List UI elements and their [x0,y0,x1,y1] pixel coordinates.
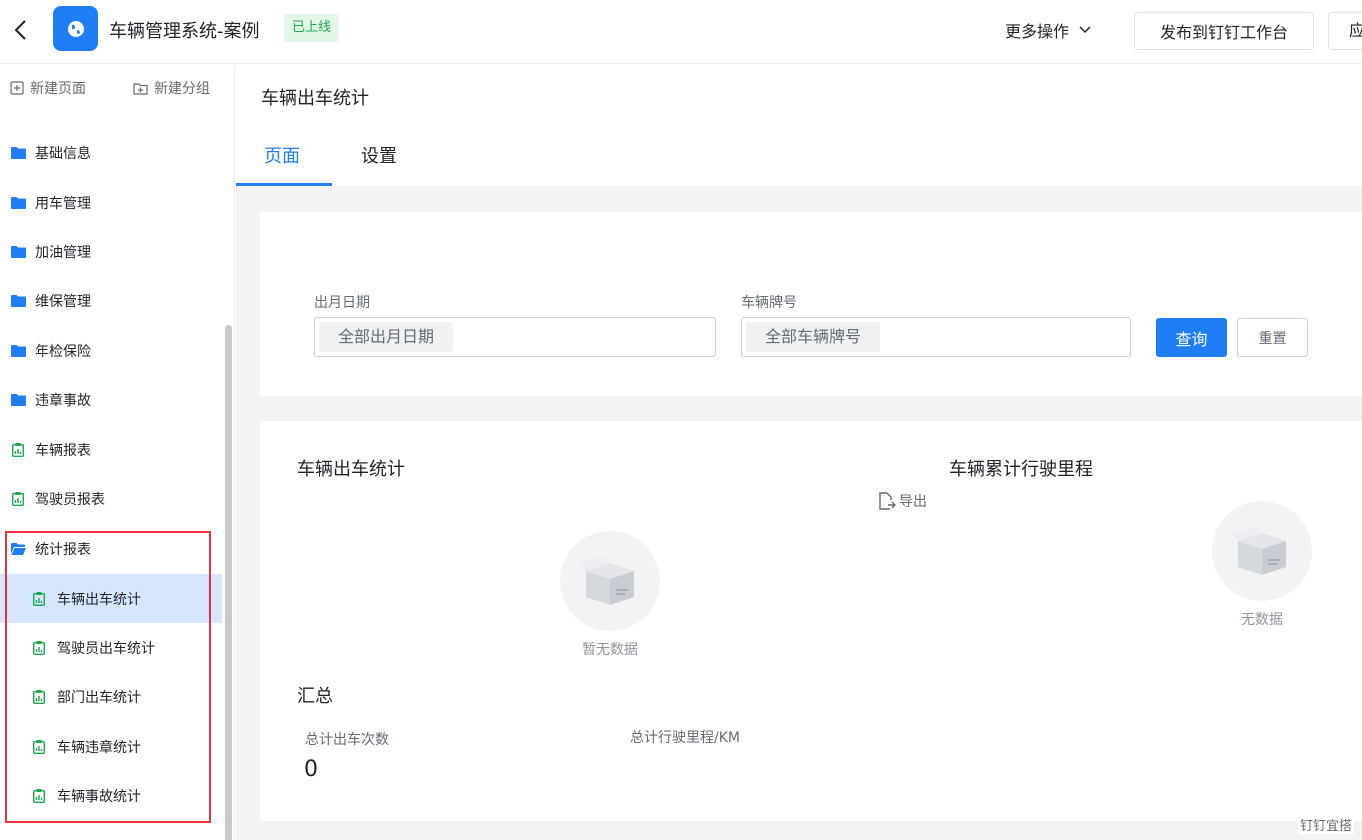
new-page-label: 新建页面 [30,81,86,97]
app-title: 车辆管理系统-案例 [109,21,260,42]
date-filter-value: 全部出月日期 [319,322,454,352]
tab-settings[interactable]: 设置 [361,142,397,168]
report-icon [31,689,47,705]
folder-open-icon [10,541,26,557]
mileage-stats-empty-state: 无数据 [1212,501,1312,629]
sidebar-item-driver-report[interactable]: 驾驶员报表 [0,474,222,523]
sidebar-item-maintenance[interactable]: 维保管理 [0,276,222,325]
app-logo [53,6,98,51]
sidebar-item-driver-trip-stats[interactable]: 驾驶员出车统计 [0,623,222,672]
chevron-down-icon [1079,26,1091,34]
plate-filter-label: 车辆牌号 [741,295,797,311]
total-trips-label: 总计出车次数 [305,732,389,748]
sidebar-item-basic-info[interactable]: 基础信息 [0,128,222,177]
sidebar-item-inspection[interactable]: 年检保险 [0,326,222,375]
sidebar-item-vehicle-trip-stats[interactable]: 车辆出车统计 [0,574,222,623]
sidebar-item-label: 统计报表 [35,541,91,558]
sidebar: 新建页面 新建分组 基础信息 用车管理 加油管理 维保管理 年检保险 违章事故 … [0,65,235,840]
folder-icon [10,343,26,359]
sidebar-item-dept-trip-stats[interactable]: 部门出车统计 [0,672,222,721]
date-filter-select[interactable]: 全部出月日期 [314,317,716,357]
tab-page[interactable]: 页面 [264,142,300,168]
main-content: 车辆出车统计 页面 设置 出月日期 全部出月日期 车辆牌号 全部车辆牌号 查询 … [236,65,1362,840]
back-button[interactable] [8,16,32,44]
sidebar-item-label: 违章事故 [35,392,91,409]
filter-panel: 出月日期 全部出月日期 车辆牌号 全部车辆牌号 查询 重置 [260,212,1362,396]
sidebar-item-label: 车辆报表 [35,442,91,459]
sidebar-item-label: 基础信息 [35,145,91,162]
sidebar-item-statistics[interactable]: 统计报表 [0,524,222,573]
total-km-label: 总计行驶里程/KM [630,730,740,746]
folder-icon [10,244,26,260]
sidebar-item-label: 车辆事故统计 [57,788,141,805]
export-button[interactable]: 导出 [877,491,927,511]
empty-box-icon [1212,501,1312,601]
trip-stats-empty-text: 暂无数据 [582,642,638,658]
report-icon [31,739,47,755]
new-page-button[interactable]: 新建页面 [10,78,86,98]
empty-box-icon [560,531,660,631]
folder-icon [10,145,26,161]
sidebar-item-label: 车辆违章统计 [57,739,141,756]
sidebar-item-label: 车辆出车统计 [57,591,141,608]
page-header: 车辆出车统计 页面 设置 [236,65,1362,186]
sidebar-item-label: 加油管理 [35,244,91,261]
more-actions-label: 更多操作 [1005,22,1070,41]
app-button[interactable]: 应 [1328,12,1362,50]
report-icon [31,591,47,607]
new-group-icon [133,82,148,95]
report-icon [31,788,47,804]
sidebar-item-label: 驾驶员出车统计 [57,640,155,657]
sidebar-actions: 新建页面 新建分组 [0,65,234,109]
plate-filter-value: 全部车辆牌号 [746,322,881,352]
trip-stats-title: 车辆出车统计 [297,459,405,480]
mileage-stats-empty-text: 无数据 [1241,612,1283,628]
date-filter-label: 出月日期 [314,295,370,311]
status-badge: 已上线 [284,14,340,42]
report-icon [10,491,26,507]
sidebar-item-fuel[interactable]: 加油管理 [0,227,222,276]
globe-icon [67,20,84,37]
sidebar-scrollbar[interactable] [225,325,232,840]
publish-dingtalk-button[interactable]: 发布到钉钉工作台 [1134,12,1314,50]
sidebar-item-vehicle-use[interactable]: 用车管理 [0,178,222,227]
new-group-label: 新建分组 [154,81,210,97]
summary-title: 汇总 [297,686,333,707]
sidebar-item-vehicle-report[interactable]: 车辆报表 [0,425,222,474]
sidebar-item-label: 维保管理 [35,293,91,310]
sidebar-item-label: 用车管理 [35,195,91,212]
sidebar-item-label: 驾驶员报表 [35,491,105,508]
export-icon [879,492,896,510]
total-trips-value: 0 [304,757,318,782]
page-title: 车辆出车统计 [261,88,369,109]
mileage-stats-title: 车辆累计行驶里程 [949,459,1093,480]
report-panel: 车辆出车统计 车辆累计行驶里程 导出 暂无数据 无数据 汇总 总计出车次数 0 … [260,421,1362,821]
new-group-button[interactable]: 新建分组 [133,78,210,98]
trip-stats-empty-state: 暂无数据 [560,531,660,659]
report-icon [31,640,47,656]
folder-icon [10,392,26,408]
folder-icon [10,195,26,211]
active-tab-indicator [236,183,332,186]
reset-button[interactable]: 重置 [1237,318,1308,357]
report-icon [10,442,26,458]
more-actions-dropdown[interactable]: 更多操作 [1005,18,1091,42]
query-button[interactable]: 查询 [1156,318,1227,357]
sidebar-item-label: 年检保险 [35,343,91,360]
sidebar-item-accident-stats[interactable]: 车辆事故统计 [0,771,222,820]
sidebar-item-violations[interactable]: 违章事故 [0,375,222,424]
plate-filter-select[interactable]: 全部车辆牌号 [741,317,1131,357]
sidebar-item-label: 部门出车统计 [57,689,141,706]
chevron-left-icon [14,20,26,40]
new-page-icon [10,81,24,95]
top-bar: 车辆管理系统-案例 已上线 更多操作 发布到钉钉工作台 应 [0,0,1362,64]
sidebar-item-violation-stats[interactable]: 车辆违章统计 [0,722,222,771]
export-label: 导出 [899,494,927,510]
folder-icon [10,293,26,309]
watermark: 钉钉宜搭 [1297,815,1354,834]
